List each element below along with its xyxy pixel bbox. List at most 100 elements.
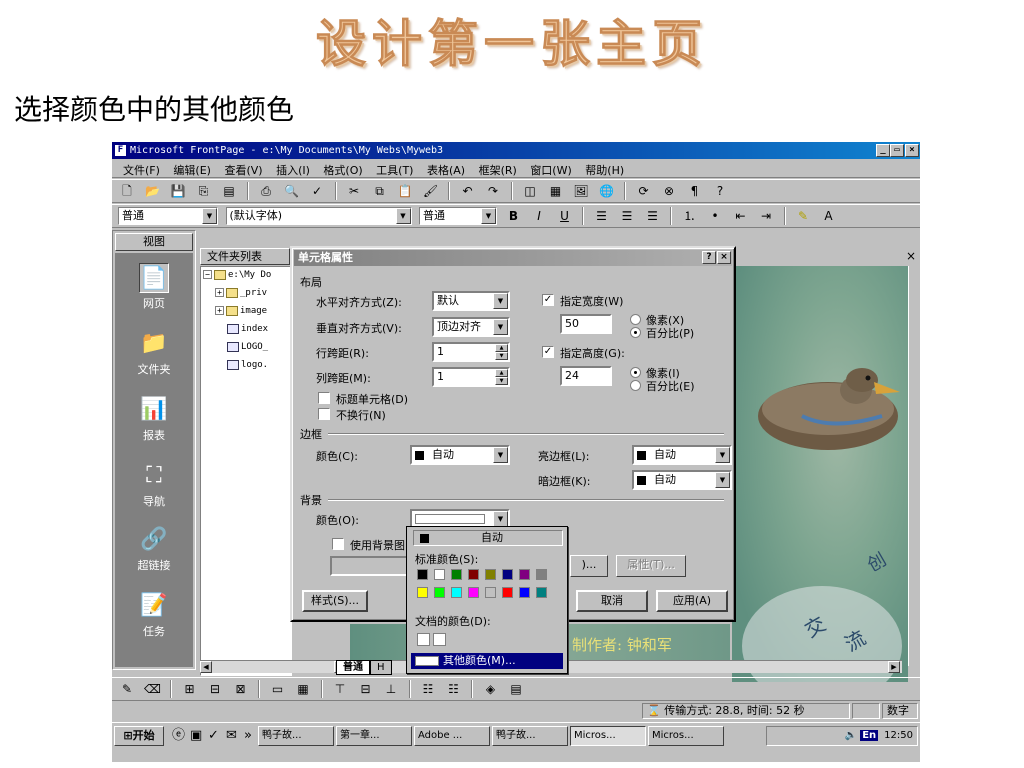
- insert-rows-icon[interactable]: ⊞: [180, 680, 200, 698]
- increase-indent-icon[interactable]: ⇥: [756, 207, 776, 225]
- spinner-icon[interactable]: ▲ ▼: [495, 369, 508, 385]
- height-percent-radio[interactable]: [630, 380, 641, 391]
- cut-icon[interactable]: ✂: [344, 182, 364, 200]
- color-swatch[interactable]: [485, 569, 496, 580]
- publish-icon[interactable]: ⎘: [194, 182, 214, 200]
- bg-properties-button[interactable]: 属性(T)...: [616, 555, 686, 577]
- menu-help[interactable]: 帮助(H): [580, 160, 629, 180]
- folder-list-icon[interactable]: ▤: [219, 182, 239, 200]
- tab-normal[interactable]: 普通: [336, 660, 370, 675]
- task-duck-story-1[interactable]: 鸭子故...: [258, 726, 334, 746]
- view-folders[interactable]: 📁 文件夹: [115, 329, 193, 377]
- color-swatch[interactable]: [468, 569, 479, 580]
- help-icon[interactable]: ?: [710, 182, 730, 200]
- insert-columns-icon[interactable]: ⊟: [205, 680, 225, 698]
- hyperlink-icon[interactable]: 🌐: [597, 182, 617, 200]
- italic-button[interactable]: I: [529, 207, 549, 225]
- window-titlebar[interactable]: F Microsoft FrontPage - e:\My Documents\…: [112, 142, 920, 159]
- expand-icon[interactable]: +: [215, 288, 224, 297]
- color-swatch[interactable]: [502, 569, 513, 580]
- save-icon[interactable]: 💾: [168, 182, 188, 200]
- outlook-icon[interactable]: ✉: [226, 726, 237, 746]
- insert-component-icon[interactable]: ◫: [520, 182, 540, 200]
- height-pixels-radio[interactable]: [630, 367, 641, 378]
- bullet-list-icon[interactable]: •: [705, 207, 725, 225]
- width-input[interactable]: 50: [560, 314, 612, 334]
- align-bottom-icon[interactable]: ⊥: [381, 680, 401, 698]
- align-center-icon[interactable]: ☰: [617, 207, 637, 225]
- document-color-swatch[interactable]: [417, 633, 430, 646]
- border-color-select[interactable]: 自动 ▼: [410, 445, 510, 465]
- split-cells-icon[interactable]: ▦: [293, 680, 313, 698]
- new-page-icon[interactable]: 🗋: [117, 182, 137, 200]
- halign-select[interactable]: 默认 ▼: [432, 291, 510, 311]
- align-left-icon[interactable]: ☰: [592, 207, 612, 225]
- tree-item-logo-image[interactable]: logo.: [227, 359, 268, 372]
- distribute-rows-icon[interactable]: ☷: [418, 680, 438, 698]
- menu-edit[interactable]: 编辑(E): [168, 160, 216, 180]
- maximize-button[interactable]: ▭: [890, 144, 904, 157]
- insert-picture-icon[interactable]: 🖼: [571, 182, 591, 200]
- align-right-icon[interactable]: ☰: [643, 207, 663, 225]
- view-page[interactable]: 📄 网页: [115, 263, 193, 311]
- menu-tools[interactable]: 工具(T): [371, 160, 418, 180]
- width-percent-radio[interactable]: [630, 327, 641, 338]
- minimize-button[interactable]: _: [876, 144, 890, 157]
- color-swatch[interactable]: [451, 587, 462, 598]
- channel-icon[interactable]: ✓: [208, 726, 219, 746]
- view-navigation[interactable]: ⛶ 导航: [115, 461, 193, 509]
- menu-table[interactable]: 表格(A): [422, 160, 470, 180]
- apply-button[interactable]: 应用(A): [656, 590, 728, 612]
- open-icon[interactable]: 📂: [143, 182, 163, 200]
- vertical-scrollbar[interactable]: [908, 266, 920, 666]
- browse-button[interactable]: )...: [570, 555, 608, 577]
- start-button[interactable]: ⊞开始: [114, 726, 164, 746]
- paste-icon[interactable]: 📋: [395, 182, 415, 200]
- menu-view[interactable]: 查看(V): [219, 160, 267, 180]
- stop-icon[interactable]: ⊗: [659, 182, 679, 200]
- dark-border-select[interactable]: 自动 ▼: [632, 470, 732, 490]
- language-indicator[interactable]: En: [860, 730, 879, 741]
- tree-item-logo-file[interactable]: LOGO_: [227, 341, 268, 354]
- tree-item-index[interactable]: index: [227, 323, 268, 336]
- collapse-icon[interactable]: −: [203, 270, 212, 279]
- auto-color-option[interactable]: 自动: [413, 530, 563, 546]
- numbered-list-icon[interactable]: ⒈: [680, 207, 700, 225]
- ie-icon[interactable]: ⓔ: [172, 726, 185, 746]
- height-input[interactable]: 24: [560, 366, 612, 386]
- merge-cells-icon[interactable]: ▭: [268, 680, 288, 698]
- task-microsoft-1[interactable]: Micros...: [570, 726, 646, 746]
- distribute-columns-icon[interactable]: ☷: [444, 680, 464, 698]
- color-swatch[interactable]: [536, 587, 547, 598]
- insert-table-icon[interactable]: ▦: [546, 182, 566, 200]
- redo-icon[interactable]: ↷: [483, 182, 503, 200]
- color-swatch[interactable]: [417, 587, 428, 598]
- font-select[interactable]: (默认字体) ▼: [225, 207, 412, 225]
- light-border-select[interactable]: 自动 ▼: [632, 445, 732, 465]
- expand-icon[interactable]: +: [215, 306, 224, 315]
- view-reports[interactable]: 📊 报表: [115, 395, 193, 443]
- dialog-help-button[interactable]: ?: [702, 251, 716, 264]
- volume-icon[interactable]: 🔈: [845, 730, 857, 741]
- specify-width-checkbox[interactable]: ✓: [542, 294, 554, 306]
- style-button[interactable]: 样式(S)...: [302, 590, 368, 612]
- preview-icon[interactable]: 🔍: [282, 182, 302, 200]
- nowrap-checkbox[interactable]: [318, 408, 330, 420]
- quick-launch-more[interactable]: »: [244, 726, 252, 746]
- color-swatch[interactable]: [434, 569, 445, 580]
- format-painter-icon[interactable]: 🖌: [421, 182, 441, 200]
- colspan-input[interactable]: 1 ▲ ▼: [432, 367, 510, 387]
- style-select[interactable]: 普通 ▼: [118, 207, 218, 225]
- font-color-icon[interactable]: A: [819, 207, 839, 225]
- tree-item-root[interactable]: − e:\My Do: [203, 269, 271, 282]
- scroll-right-end-icon[interactable]: ▶: [888, 661, 900, 673]
- document-color-swatch[interactable]: [433, 633, 446, 646]
- underline-button[interactable]: U: [555, 207, 575, 225]
- more-colors-option[interactable]: 其他颜色(M)...: [411, 653, 563, 669]
- print-icon[interactable]: ⎙: [256, 182, 276, 200]
- highlight-icon[interactable]: ✎: [793, 207, 813, 225]
- menu-frames[interactable]: 框架(R): [474, 160, 522, 180]
- task-microsoft-2[interactable]: Micros...: [648, 726, 724, 746]
- refresh-icon[interactable]: ⟳: [634, 182, 654, 200]
- close-window-button[interactable]: ×: [905, 144, 919, 157]
